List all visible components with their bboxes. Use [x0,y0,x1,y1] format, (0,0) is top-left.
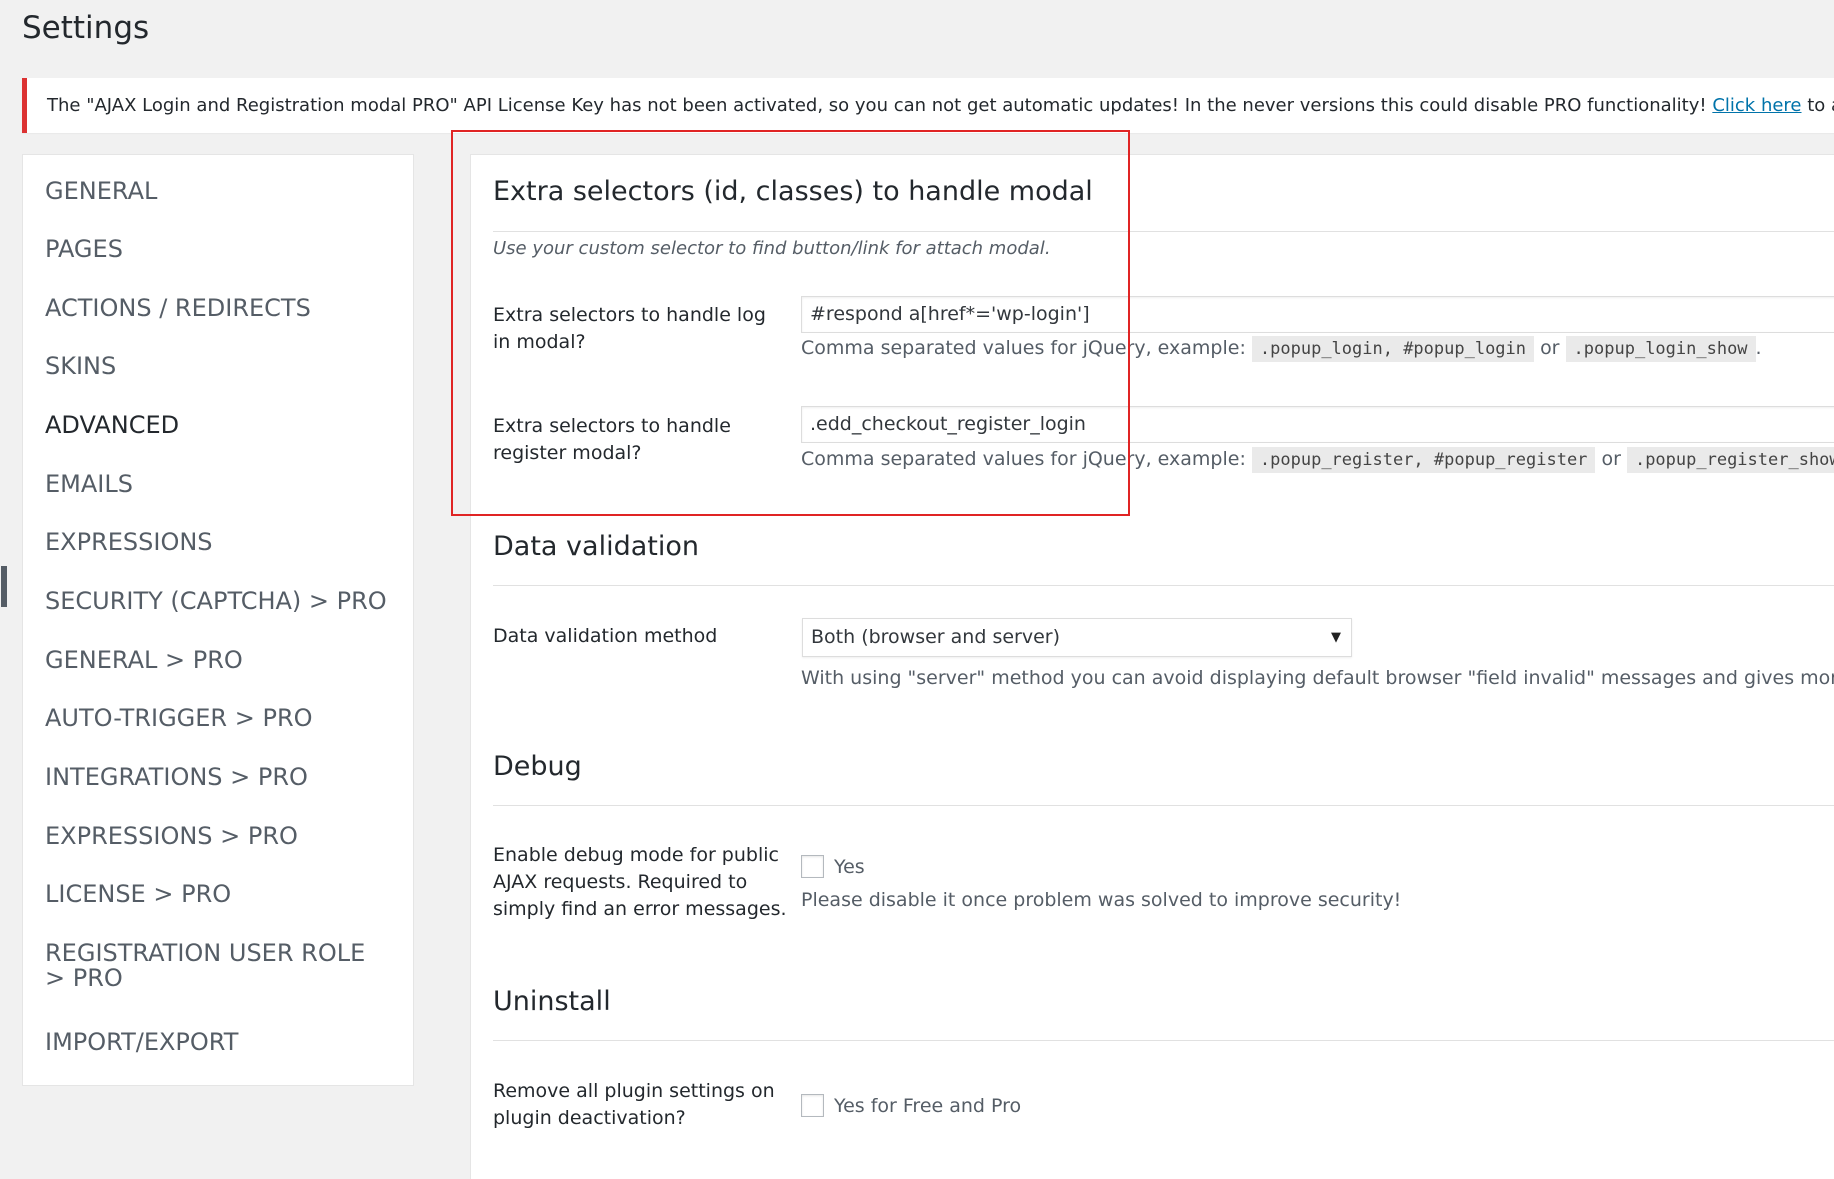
login-selectors-help: Comma separated values for jQuery, examp… [801,333,1762,364]
uninstall-checkbox[interactable] [801,1094,824,1117]
license-notice: The "AJAX Login and Registration modal P… [22,78,1834,133]
uninstall-label: Remove all plugin settings on plugin dea… [493,1080,775,1129]
data-validation-title: Data validation [493,531,699,562]
sidebar-item-integrations-pro[interactable]: INTEGRATIONS > PRO [45,765,391,790]
uninstall-checkbox-label[interactable]: Yes for Free and Pro [834,1095,1021,1117]
debug-mode-help: Please disable it once problem was solve… [801,889,1402,911]
page-title: Settings [22,10,150,46]
help-or: or [1601,448,1621,470]
settings-sidebar: GENERAL PAGES ACTIONS / REDIRECTS SKINS … [1,154,414,1086]
settings-page: Settings The "AJAX Login and Registratio… [0,0,1834,1179]
register-selectors-help: Comma separated values for jQuery, examp… [801,444,1834,475]
notice-text-end: to activate the license k [1807,95,1834,116]
register-selectors-input[interactable]: .edd_checkout_register_login [801,406,1834,443]
sidebar-item-expressions[interactable]: EXPRESSIONS [45,530,391,555]
sidebar-item-general[interactable]: GENERAL [45,179,391,204]
sidebar-item-skins[interactable]: SKINS [45,354,391,379]
debug-mode-checkbox-label[interactable]: Yes [834,856,865,878]
extra-selectors-title: Extra selectors (id, classes) to handle … [493,176,1093,207]
validation-method-help: With using "server" method you can avoid… [801,667,1834,689]
debug-title: Debug [493,751,582,782]
extra-selectors-description: Use your custom selector to find button/… [493,238,1051,259]
debug-mode-checkbox[interactable] [801,855,824,878]
help-text: Comma separated values for jQuery, examp… [801,337,1246,359]
sidebar-item-import-export[interactable]: IMPORT/EXPORT [45,1030,391,1055]
section-divider [493,231,1834,232]
help-or: or [1540,337,1560,359]
sidebar-item-emails[interactable]: EMAILS [45,472,391,497]
validation-method-select[interactable]: Both (browser and server) ▼ [802,618,1352,657]
section-divider [493,805,1834,806]
section-divider [493,1040,1834,1041]
help-text: Comma separated values for jQuery, examp… [801,448,1246,470]
dropdown-arrow-icon: ▼ [1331,630,1341,645]
code-example: .popup_register, #popup_register [1251,447,1596,473]
code-example: .popup_login, #popup_login [1251,336,1535,362]
sidebar-item-license-pro[interactable]: LICENSE > PRO [45,882,391,907]
register-selectors-label: Extra selectors to handle register modal… [493,415,731,464]
sidebar-item-auto-trigger-pro[interactable]: AUTO-TRIGGER > PRO [45,706,391,731]
section-divider [493,585,1834,586]
validation-method-label: Data validation method [493,625,718,647]
login-selectors-input[interactable]: #respond a[href*='wp-login'] [801,296,1834,333]
debug-mode-label: Enable debug mode for public AJAX reques… [493,844,787,920]
sidebar-item-pages[interactable]: PAGES [45,237,391,262]
notice-text: The "AJAX Login and Registration modal P… [47,95,1713,116]
active-tab-marker [1,566,7,607]
login-selectors-label: Extra selectors to handle log in modal? [493,304,766,353]
validation-method-value: Both (browser and server) [811,626,1061,648]
help-suffix: . [1755,337,1762,359]
sidebar-item-actions-redirects[interactable]: ACTIONS / REDIRECTS [45,296,391,321]
code-example: .popup_register_show [1626,447,1834,473]
sidebar-item-advanced[interactable]: ADVANCED [45,413,391,438]
uninstall-title: Uninstall [493,986,611,1017]
sidebar-item-expressions-pro[interactable]: EXPRESSIONS > PRO [45,824,391,849]
activate-license-link[interactable]: Click here [1712,95,1801,116]
sidebar-item-registration-user-role-pro[interactable]: REGISTRATION USER ROLE > PRO [45,941,375,991]
code-example: .popup_login_show [1565,336,1756,362]
sidebar-item-security-captcha-pro[interactable]: SECURITY (CAPTCHA) > PRO [45,589,391,614]
settings-content: Extra selectors (id, classes) to handle … [470,154,1834,1179]
sidebar-item-general-pro[interactable]: GENERAL > PRO [45,648,391,673]
